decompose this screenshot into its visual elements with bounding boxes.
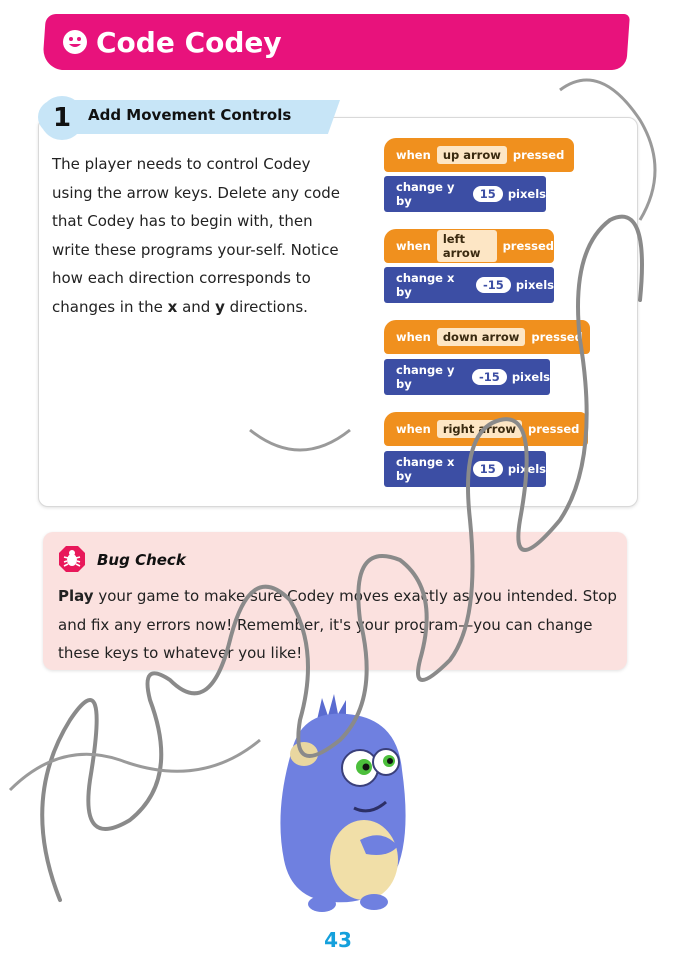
unit-label: pixels xyxy=(507,187,546,201)
motion-block-down: change y by -15 pixels xyxy=(384,359,550,395)
action-label: change x by xyxy=(396,271,455,299)
pressed-label: pressed xyxy=(512,148,565,162)
when-label: when xyxy=(396,422,431,436)
bug-check-bold: Play xyxy=(58,587,94,605)
when-label: when xyxy=(396,239,431,253)
value-input-up: 15 xyxy=(472,186,503,202)
key-selector-right: right arrow xyxy=(436,420,522,438)
pressed-label: pressed xyxy=(502,239,554,253)
step-number: 1 xyxy=(40,96,84,140)
when-label: when xyxy=(396,330,431,344)
event-block-left: when left arrow pressed xyxy=(384,229,554,263)
step-body-x: x xyxy=(167,297,178,316)
step-body-text-1: The player needs to control Codey using … xyxy=(52,155,340,316)
step-body-text-2: and xyxy=(177,297,216,316)
value-input-left: -15 xyxy=(476,277,511,293)
motion-block-right: change x by 15 pixels xyxy=(384,451,546,487)
value-input-down: -15 xyxy=(472,369,507,385)
action-label: change y by xyxy=(396,363,455,391)
value-input-right: 15 xyxy=(472,461,503,477)
bug-icon xyxy=(59,546,85,572)
codey-mascot-illustration xyxy=(280,694,406,912)
key-selector-left: left arrow xyxy=(436,230,497,262)
unit-label: pixels xyxy=(511,370,550,384)
pressed-label: pressed xyxy=(527,422,580,436)
motion-block-left: change x by -15 pixels xyxy=(384,267,554,303)
page-title: Code Codey xyxy=(96,25,282,59)
key-selector-up: up arrow xyxy=(436,146,507,164)
when-label: when xyxy=(396,148,431,162)
action-label: change x by xyxy=(396,455,455,483)
step-body-text-3: directions. xyxy=(224,297,308,316)
step-body-y: y xyxy=(215,297,225,316)
event-block-right: when right arrow pressed xyxy=(384,412,588,446)
event-block-up: when up arrow pressed xyxy=(384,138,574,172)
unit-label: pixels xyxy=(515,278,554,292)
event-block-down: when down arrow pressed xyxy=(384,320,590,354)
unit-label: pixels xyxy=(507,462,546,476)
page-number: 43 xyxy=(324,928,352,952)
pressed-label: pressed xyxy=(531,330,583,344)
smiley-icon xyxy=(63,30,87,54)
bug-check-text: your game to make sure Codey moves exact… xyxy=(58,587,617,662)
bug-check-title: Bug Check xyxy=(97,551,186,569)
bug-check-body: Play your game to make sure Codey moves … xyxy=(58,582,618,668)
key-selector-down: down arrow xyxy=(436,328,526,346)
header-title-wrap: Code Codey xyxy=(62,22,282,62)
step-title: Add Movement Controls xyxy=(88,106,292,124)
action-label: change y by xyxy=(396,180,455,208)
step-body: The player needs to control Codey using … xyxy=(52,150,342,321)
motion-block-up: change y by 15 pixels xyxy=(384,176,546,212)
